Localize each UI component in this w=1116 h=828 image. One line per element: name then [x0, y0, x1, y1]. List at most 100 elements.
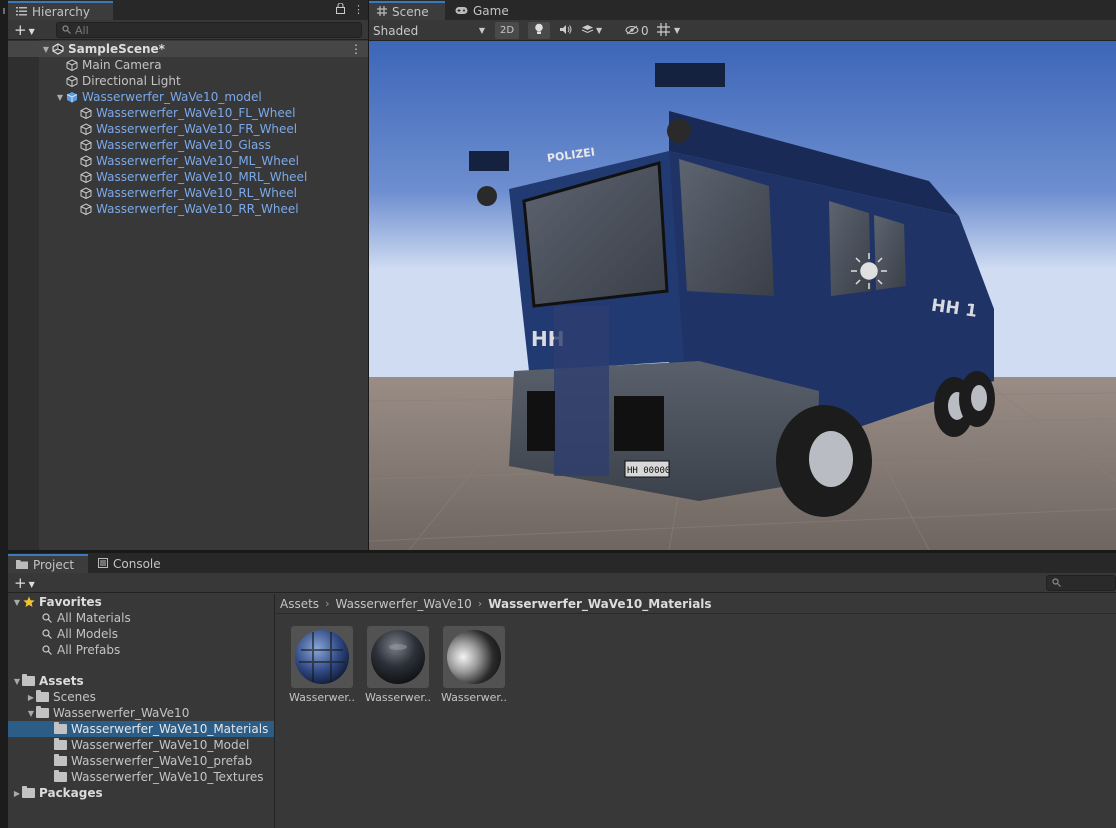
folder-scenes[interactable]: ▶ Scenes [8, 689, 274, 705]
asset-item[interactable]: Wasserwer... [289, 626, 355, 704]
expand-arrow-icon[interactable]: ▼ [12, 598, 22, 607]
hierarchy-item-rl-wheel[interactable]: Wasserwerfer_WaVe10_RL_Wheel [8, 185, 368, 201]
item-label: Wasserwerfer_WaVe10_Textures [71, 770, 264, 784]
lighting-toggle[interactable] [528, 22, 550, 39]
wheel-rim [809, 431, 853, 487]
folder-textures[interactable]: Wasserwerfer_WaVe10_Textures [8, 769, 274, 785]
tab-game[interactable]: Game [447, 1, 517, 20]
hierarchy-item-main-camera[interactable]: Main Camera [8, 57, 368, 73]
hidden-objects-toggle[interactable]: 0 [625, 22, 653, 39]
side-window [874, 215, 906, 290]
folder-icon [22, 786, 35, 798]
tab-scene[interactable]: Scene [369, 1, 445, 20]
eye-slash-icon [625, 24, 639, 38]
scene-render: POLIZEI HH HH 1 HH 00000 [369, 41, 1116, 550]
search-placeholder: All [75, 23, 89, 37]
tab-label: Game [473, 3, 509, 18]
expand-arrow-icon[interactable]: ▼ [26, 709, 36, 718]
expand-arrow-icon[interactable]: ▼ [55, 93, 65, 102]
item-label: Wasserwerfer_WaVe10_RL_Wheel [96, 186, 297, 200]
audio-toggle[interactable] [555, 22, 575, 39]
hierarchy-item-rr-wheel[interactable]: Wasserwerfer_WaVe10_RR_Wheel [8, 201, 368, 217]
item-label: Wasserwerfer_WaVe10_prefab [71, 754, 253, 768]
assets-label: Assets [39, 674, 84, 688]
favorite-all-materials[interactable]: All Materials [8, 610, 274, 626]
hierarchy-item-fl-wheel[interactable]: Wasserwerfer_WaVe10_FL_Wheel [8, 105, 368, 121]
gameobject-icon [79, 122, 93, 136]
item-label: All Materials [57, 611, 131, 625]
license-plate-text: HH 00000 [627, 466, 670, 476]
favorite-all-prefabs[interactable]: All Prefabs [8, 642, 274, 658]
tab-label: Hierarchy [32, 4, 91, 19]
gameobject-icon [79, 138, 93, 152]
expand-arrow-icon[interactable]: ▶ [12, 789, 22, 798]
scene-viewport[interactable]: POLIZEI HH HH 1 HH 00000 [369, 41, 1116, 550]
lock-icon[interactable] [336, 2, 345, 17]
list-icon [16, 5, 27, 19]
hierarchy-search-input[interactable]: All [56, 22, 362, 38]
gameobject-icon [79, 154, 93, 168]
hierarchy-item-glass[interactable]: Wasserwerfer_WaVe10_Glass [8, 137, 368, 153]
material-thumbnail [367, 626, 429, 688]
folder-materials[interactable]: Wasserwerfer_WaVe10_Materials [8, 721, 274, 737]
tab-console[interactable]: Console [90, 554, 170, 573]
folder-icon [36, 690, 49, 702]
hierarchy-item-fr-wheel[interactable]: Wasserwerfer_WaVe10_FR_Wheel [8, 121, 368, 137]
caret-down-icon: ▼ [478, 26, 485, 35]
hierarchy-item-directional-light[interactable]: Directional Light [8, 73, 368, 89]
toggle-2d-button[interactable]: 2D [495, 22, 519, 39]
create-button[interactable]: + ▼ [14, 21, 35, 39]
chevron-right-icon: › [325, 597, 330, 610]
hierarchy-item-ml-wheel[interactable]: Wasserwerfer_WaVe10_ML_Wheel [8, 153, 368, 169]
more-options-icon[interactable]: ⋮ [353, 3, 364, 17]
item-label: Directional Light [82, 74, 181, 88]
packages-section[interactable]: ▶ Packages [8, 785, 274, 801]
breadcrumb: Assets › Wasserwerfer_WaVe10 › Wasserwer… [276, 594, 1116, 614]
breadcrumb-item[interactable]: Wasserwerfer_WaVe10 [335, 597, 471, 611]
assets-section[interactable]: ▼ Assets [8, 673, 274, 689]
gameobject-icon [65, 74, 79, 88]
search-icon [1052, 577, 1061, 590]
camera-dome [667, 119, 691, 143]
breadcrumb-item[interactable]: Assets [280, 597, 319, 611]
scene-menu-icon[interactable]: ⋮ [350, 42, 362, 56]
expand-arrow-icon[interactable]: ▼ [12, 677, 22, 686]
project-search-input[interactable] [1046, 575, 1116, 591]
folder-model[interactable]: Wasserwerfer_WaVe10_Model [8, 737, 274, 753]
scene-row[interactable]: ▼ SampleScene* ⋮ [8, 41, 368, 57]
gameobject-icon [79, 106, 93, 120]
folder-wasserwerfer[interactable]: ▼ Wasserwerfer_WaVe10 [8, 705, 274, 721]
scene-panel: Scene Game Shaded ▼ 2D ▼ 0 ▼ POLIZEI HH … [369, 0, 1116, 550]
tab-hierarchy[interactable]: Hierarchy [8, 1, 113, 20]
hierarchy-item-model[interactable]: ▼ Wasserwerfer_WaVe10_model [8, 89, 368, 105]
grid-hash-icon [377, 5, 387, 19]
grid-snap-dropdown[interactable]: ▼ [657, 22, 695, 39]
folder-icon [54, 738, 67, 750]
item-label: Wasserwerfer_WaVe10_MRL_Wheel [96, 170, 308, 184]
shading-mode-dropdown[interactable]: Shaded ▼ [373, 22, 489, 39]
expand-arrow-icon[interactable]: ▼ [41, 45, 51, 54]
material-sphere-icon [447, 630, 501, 684]
light-gizmo-icon [851, 253, 887, 289]
expand-arrow-icon[interactable]: ▶ [26, 693, 36, 702]
asset-item[interactable]: Wasserwer... [441, 626, 507, 704]
grid-icon [657, 22, 670, 39]
effects-dropdown[interactable]: ▼ [581, 22, 611, 39]
breadcrumb-current[interactable]: Wasserwerfer_WaVe10_Materials [488, 597, 711, 611]
favorites-section[interactable]: ▼ Favorites [8, 594, 274, 610]
folder-open-icon [36, 706, 49, 718]
material-sphere-icon [295, 630, 349, 684]
search-icon [40, 627, 54, 641]
project-tab-bar: Project Console [8, 553, 1116, 573]
item-label: Wasserwerfer_WaVe10_Materials [71, 722, 269, 736]
item-label: Wasserwerfer_WaVe10_FL_Wheel [96, 106, 296, 120]
project-toolbar: + ▼ [8, 573, 1116, 593]
tab-project[interactable]: Project [8, 554, 88, 573]
asset-item[interactable]: Wasserwer... [365, 626, 431, 704]
gameobject-icon [79, 186, 93, 200]
create-asset-button[interactable]: + ▼ [14, 574, 35, 592]
favorite-all-models[interactable]: All Models [8, 626, 274, 642]
folder-prefab[interactable]: Wasserwerfer_WaVe10_prefab [8, 753, 274, 769]
hierarchy-item-mrl-wheel[interactable]: Wasserwerfer_WaVe10_MRL_Wheel [8, 169, 368, 185]
item-label: Wasserwerfer_WaVe10_model [82, 90, 262, 104]
